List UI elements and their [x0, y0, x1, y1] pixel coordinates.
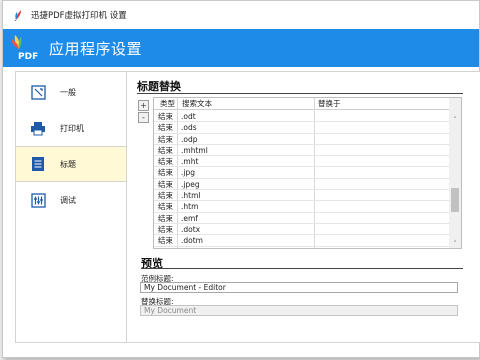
cell-type[interactable]: 结束: [158, 235, 173, 246]
add-rule-button[interactable]: +: [138, 100, 149, 111]
table-row[interactable]: 结束 .odt: [154, 111, 450, 123]
table-row[interactable]: 结束 .html: [154, 190, 450, 202]
column-header-replace[interactable]: 替换于: [318, 98, 341, 110]
cell-search-text[interactable]: .dotm: [181, 235, 203, 246]
cell-type[interactable]: 结束: [158, 156, 173, 167]
replace-rules-table: 类型 搜索文本 替换于 结束 .odt 结束 .ods 结束 .odp 结束 .mhtml 结束…: [153, 97, 462, 249]
debug-icon: [30, 192, 46, 208]
scroll-down-arrow-icon[interactable]: ˅: [449, 238, 461, 248]
title-replace-divider: [137, 93, 463, 94]
table-row[interactable]: 结束 .odp: [154, 134, 450, 145]
pdf-logo: PDF: [9, 33, 43, 63]
sidebar-item-printer[interactable]: 打印机: [16, 110, 126, 146]
general-settings-icon: [30, 84, 46, 100]
title-document-icon: [30, 156, 46, 172]
cell-type[interactable]: 结束: [158, 247, 173, 249]
table-row[interactable]: 结束 .ods: [154, 122, 450, 134]
table-row[interactable]: 结束 .mhtml: [154, 145, 450, 157]
column-header-type[interactable]: 类型: [160, 98, 175, 110]
cell-search-text[interactable]: .htm: [181, 201, 198, 212]
cell-search-text[interactable]: .jpeg: [181, 179, 200, 190]
app-settings-title: 应用程序设置: [49, 39, 143, 58]
remove-rule-button[interactable]: -: [138, 112, 149, 123]
cell-type[interactable]: 结束: [158, 213, 173, 224]
window-title: 迅捷PDF虚拟打印机 设置: [31, 11, 127, 21]
sidebar-item-debug[interactable]: 调试: [16, 182, 126, 218]
sidebar-item-label: 标题: [60, 159, 76, 169]
cell-type[interactable]: 结束: [158, 179, 173, 190]
title-replace-heading: 标题替换: [137, 80, 181, 93]
table-body: 结束 .odt 结束 .ods 结束 .odp 结束 .mhtml 结束 .mht 结束 .jpg 结束…: [154, 111, 450, 249]
cell-search-text[interactable]: .emf: [181, 213, 198, 224]
cell-type[interactable]: 结束: [158, 190, 173, 201]
cell-type[interactable]: 结束: [158, 122, 173, 133]
scrollbar-thumb[interactable]: [451, 188, 459, 212]
cell-search-text[interactable]: .mhtml: [181, 145, 208, 156]
table-scrollbar[interactable]: ˄ ˅: [449, 98, 461, 248]
scroll-up-arrow-icon[interactable]: ˄: [449, 114, 461, 126]
sample-title-field[interactable]: My Document - Editor: [140, 282, 458, 293]
printer-icon: [30, 120, 46, 136]
cell-type[interactable]: 结束: [158, 134, 173, 145]
preview-divider: [141, 268, 463, 269]
cell-search-text[interactable]: .odt: [181, 111, 196, 122]
sidebar-item-general[interactable]: 一般: [16, 74, 126, 110]
table-row[interactable]: 结束 .dotm: [154, 235, 450, 247]
settings-sidebar: 一般 打印机 标题 调试: [15, 71, 127, 343]
table-row[interactable]: 结束 .mht: [154, 156, 450, 168]
cell-search-text[interactable]: .html: [181, 190, 200, 201]
sidebar-item-title[interactable]: 标题: [16, 146, 126, 182]
cell-type[interactable]: 结束: [158, 111, 173, 122]
cell-type[interactable]: 结束: [158, 145, 173, 156]
app-header: PDF 应用程序设置: [3, 29, 479, 67]
column-header-search[interactable]: 搜索文本: [182, 98, 212, 110]
table-header: 类型 搜索文本 替换于: [154, 98, 450, 110]
sidebar-item-label: 打印机: [60, 123, 84, 133]
table-row[interactable]: 结束 .emf: [154, 213, 450, 224]
table-row[interactable]: 结束: [154, 247, 450, 249]
title-bar: 迅捷PDF虚拟打印机 设置: [3, 1, 479, 29]
sidebar-item-label: 一般: [60, 87, 76, 97]
app-feather-icon: [11, 8, 25, 22]
replaced-title-field: My Document: [140, 305, 458, 316]
table-row[interactable]: 结束 .jpg: [154, 167, 450, 179]
cell-type[interactable]: 结束: [158, 167, 173, 178]
cell-search-text[interactable]: .dotx: [181, 224, 200, 235]
cell-type[interactable]: 结束: [158, 201, 173, 212]
table-row[interactable]: 结束 .htm: [154, 201, 450, 213]
svg-text:PDF: PDF: [18, 52, 38, 62]
cell-search-text[interactable]: .odp: [181, 134, 198, 145]
sidebar-item-label: 调试: [60, 195, 76, 205]
table-row[interactable]: 结束 .jpeg: [154, 179, 450, 191]
cell-search-text[interactable]: .ods: [181, 122, 197, 133]
table-row[interactable]: 结束 .dotx: [154, 224, 450, 236]
cell-search-text[interactable]: .mht: [181, 156, 198, 167]
cell-search-text[interactable]: .jpg: [181, 167, 195, 178]
cell-type[interactable]: 结束: [158, 224, 173, 235]
